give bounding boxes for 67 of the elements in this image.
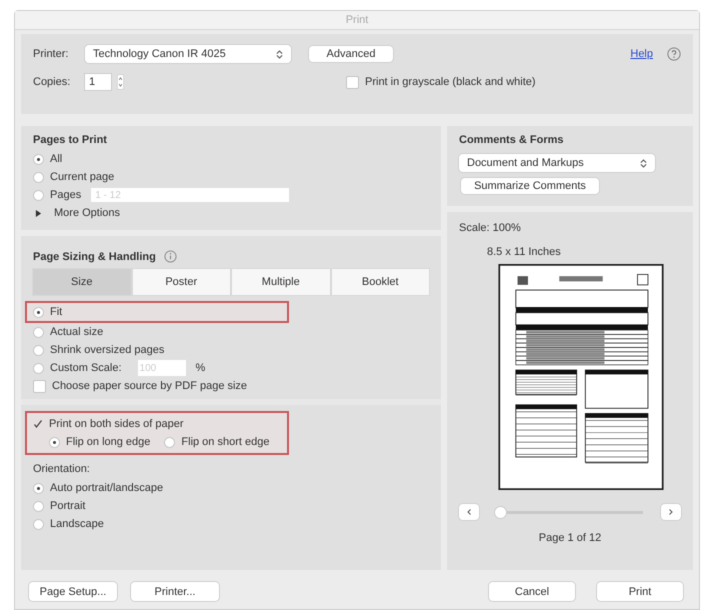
- option-label: Fit: [50, 306, 62, 318]
- radio-button[interactable]: [33, 154, 44, 164]
- paper-size-label: 8.5 x 11 Inches: [487, 246, 562, 258]
- stepper-icon[interactable]: [117, 74, 124, 90]
- copies-field[interactable]: 1: [85, 74, 111, 90]
- previous-page-button[interactable]: [459, 504, 479, 520]
- mode-tab[interactable]: Size: [33, 269, 130, 295]
- next-page-button[interactable]: [661, 504, 681, 520]
- option-label: Auto portrait/landscape: [50, 482, 164, 494]
- help-link[interactable]: Help: [630, 48, 653, 60]
- option-label: Flip on long edge: [66, 436, 150, 448]
- option-label: All: [50, 153, 62, 165]
- mode-tab[interactable]: Poster: [132, 269, 230, 295]
- print-button[interactable]: Print: [597, 582, 683, 601]
- mode-tab[interactable]: Multiple: [232, 269, 330, 295]
- comments-select[interactable]: Document and Markups: [459, 154, 655, 172]
- orientation-label: Orientation:: [33, 463, 91, 477]
- radio-button[interactable]: [33, 344, 44, 356]
- option-label: Landscape: [50, 518, 104, 530]
- disclosure-triangle-icon[interactable]: [35, 210, 42, 216]
- radio-button[interactable]: [33, 518, 44, 530]
- section-title: Pages to Print: [33, 134, 108, 146]
- grayscale-label: Print in grayscale (black and white): [365, 76, 536, 88]
- radio-button[interactable]: [33, 190, 44, 200]
- mode-tab[interactable]: Booklet: [332, 269, 429, 295]
- option-label: Portrait: [50, 500, 86, 512]
- option-label: Custom Scale:: [50, 362, 122, 374]
- radio-button[interactable]: [33, 326, 44, 338]
- radio-button[interactable]: [33, 306, 44, 318]
- summarize-comments-button[interactable]: Summarize Comments: [461, 178, 599, 194]
- radio-button[interactable]: [164, 436, 176, 448]
- paper-source-checkbox[interactable]: [33, 380, 46, 392]
- option-label: Pages: [50, 189, 82, 201]
- option-label: Shrink oversized pages: [50, 344, 164, 356]
- option-label: Flip on short edge: [181, 436, 270, 448]
- option-label: Print on both sides of paper: [49, 418, 184, 430]
- chevron-right-icon: [667, 508, 675, 516]
- copies-label: Copies:: [33, 76, 72, 88]
- scale-label: Scale: 100%: [459, 222, 522, 234]
- grayscale-checkbox[interactable]: [346, 76, 359, 88]
- unit-label: %: [196, 362, 206, 374]
- radio-button[interactable]: [49, 436, 60, 448]
- section-title: Comments & Forms: [459, 134, 565, 146]
- radio-button[interactable]: [33, 500, 44, 512]
- updown-icon: [640, 158, 647, 168]
- radio-button[interactable]: [33, 482, 44, 494]
- more-options-toggle[interactable]: More Options: [54, 207, 120, 219]
- advanced-button[interactable]: Advanced: [309, 46, 393, 62]
- option-label: Current page: [50, 171, 114, 183]
- option-label: Choose paper source by PDF page size: [52, 380, 248, 392]
- page-counter: Page 1 of 12: [538, 532, 602, 544]
- window-title: Print: [346, 14, 368, 26]
- cancel-button[interactable]: Cancel: [489, 582, 575, 601]
- radio-button[interactable]: [33, 362, 44, 374]
- printer-button[interactable]: Printer...: [131, 582, 219, 601]
- info-icon[interactable]: [164, 250, 177, 263]
- page-slider-thumb[interactable]: [495, 506, 506, 518]
- page-setup-button[interactable]: Page Setup...: [29, 582, 117, 601]
- section-title: Page Sizing & Handling: [33, 250, 156, 262]
- radio-button[interactable]: [33, 172, 44, 182]
- printer-label: Printer:: [33, 48, 70, 60]
- updown-icon: [276, 48, 283, 60]
- chevron-left-icon: [465, 508, 473, 516]
- help-icon[interactable]: [667, 47, 681, 61]
- printer-select[interactable]: Technology Canon IR 4025: [85, 45, 291, 63]
- duplex-checkbox[interactable]: [33, 419, 43, 429]
- option-label: Actual size: [50, 326, 104, 338]
